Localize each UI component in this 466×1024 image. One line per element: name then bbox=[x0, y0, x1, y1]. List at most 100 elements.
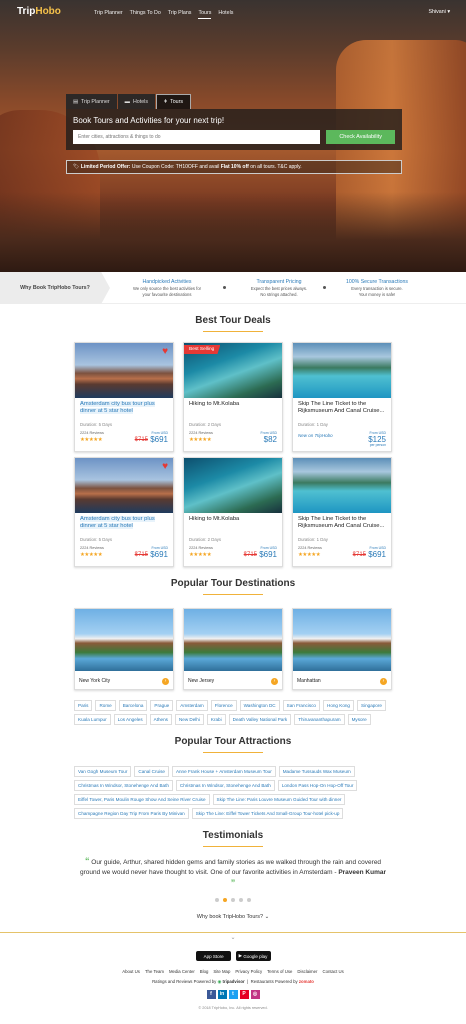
arrow-right-icon[interactable]: › bbox=[162, 678, 169, 685]
tour-title[interactable]: Amsterdam city bus tour plus dinner at 5… bbox=[75, 398, 173, 422]
tour-card[interactable]: ♥ Amsterdam city bus tour plus dinner at… bbox=[74, 457, 174, 567]
why-book-label: Why Book TripHobo Tours? bbox=[0, 272, 110, 304]
attractions-title: Popular Tour Attractions bbox=[0, 736, 466, 753]
destination-chip[interactable]: Rome bbox=[95, 700, 116, 711]
search-input[interactable] bbox=[73, 130, 321, 144]
destination-chip[interactable]: Death Valley National Park bbox=[228, 714, 292, 725]
tour-title[interactable]: Hiking to Mt.Kolaba bbox=[184, 513, 282, 537]
destination-chip[interactable]: Prague bbox=[150, 700, 174, 711]
attraction-chip[interactable]: Madame Tussauds Wax Museum bbox=[278, 766, 355, 777]
destination-card[interactable]: New York City › bbox=[74, 608, 174, 690]
linkedin-icon[interactable]: in bbox=[217, 990, 227, 999]
carousel-dot[interactable] bbox=[231, 898, 235, 902]
twitter-icon[interactable]: t bbox=[228, 990, 238, 999]
footer-link[interactable]: Privacy Policy bbox=[235, 969, 262, 974]
tour-card[interactable]: Skip The Line Ticket to the Rijksmuseum … bbox=[292, 457, 392, 567]
destination-chip[interactable]: Thiruvananthapuram bbox=[294, 714, 345, 725]
destination-chip[interactable]: Kuala Lumpur bbox=[74, 714, 111, 725]
zomato-logo[interactable]: zomato bbox=[299, 979, 314, 984]
footer-link[interactable]: Terms of Use bbox=[267, 969, 292, 974]
destination-chip[interactable]: Athens bbox=[149, 714, 172, 725]
tour-card[interactable]: Best Selling Hiking to Mt.Kolaba Duratio… bbox=[183, 342, 283, 452]
tour-footer: 2224 Reviews ★★★★★ From USD $715 $691 bbox=[80, 431, 168, 447]
footer-link[interactable]: Blog bbox=[200, 969, 209, 974]
destination-chip[interactable]: Krabi bbox=[206, 714, 226, 725]
tour-card[interactable]: Skip The Line Ticket to the Rijksmuseum … bbox=[292, 342, 392, 452]
nav-tours[interactable]: Tours bbox=[198, 10, 212, 19]
instagram-icon[interactable]: ◎ bbox=[250, 990, 260, 999]
chevron-down-icon[interactable]: ⌄ bbox=[0, 934, 466, 941]
app-stores: App Store ▶ Google play bbox=[0, 951, 466, 961]
tab-trip-planner[interactable]: ▤ Trip Planner bbox=[66, 94, 117, 109]
destination-chip[interactable]: San Francisco bbox=[282, 700, 320, 711]
attraction-chip[interactable]: Skip The Line: Paris Louvre Museum Guide… bbox=[212, 794, 346, 805]
user-menu[interactable]: Shivani ▾ bbox=[428, 9, 450, 15]
attraction-chip[interactable]: Skip The Line: Eiffel Tower Tickets And … bbox=[191, 808, 344, 819]
attraction-chip[interactable]: Eiffel Tower, Paris Moulin Rouge Show An… bbox=[74, 794, 210, 805]
why-book-link[interactable]: Why book TripHobo Tours? ⌄ bbox=[0, 914, 466, 920]
footer-link[interactable]: Site Map bbox=[213, 969, 230, 974]
footer-link[interactable]: The Team bbox=[145, 969, 164, 974]
footer-link[interactable]: Disclaimer bbox=[297, 969, 317, 974]
tour-title[interactable]: Hiking to Mt.Kolaba bbox=[184, 398, 282, 422]
why-item: Handpicked Activities We only source the… bbox=[112, 279, 222, 297]
star-rating: ★★★★★ bbox=[189, 552, 212, 558]
destination-chip[interactable]: Mysore bbox=[347, 714, 371, 725]
attraction-chip[interactable]: Champagne Region Day Trip From Paris By … bbox=[74, 808, 189, 819]
price: $691 bbox=[259, 550, 277, 559]
arrow-right-icon[interactable]: › bbox=[380, 678, 387, 685]
check-availability-button[interactable]: Check Availability bbox=[326, 130, 395, 144]
heart-icon[interactable]: ♥ bbox=[162, 461, 168, 472]
why-item-desc: Your money is safe! bbox=[358, 292, 396, 297]
facebook-icon[interactable]: f bbox=[206, 990, 216, 999]
destination-chip[interactable]: New Delhi bbox=[174, 714, 204, 725]
destination-chip[interactable]: Amsterdam bbox=[176, 700, 208, 711]
heart-icon[interactable]: ♥ bbox=[162, 346, 168, 357]
tour-card[interactable]: ♥ Amsterdam city bus tour plus dinner at… bbox=[74, 342, 174, 452]
nav-trip-plans[interactable]: Trip Plans bbox=[168, 10, 192, 19]
destination-chip[interactable]: Hong Kong bbox=[323, 700, 354, 711]
why-item-desc: No strings attached. bbox=[260, 292, 298, 297]
nav-things-to-do[interactable]: Things To Do bbox=[130, 10, 161, 19]
tab-hotels[interactable]: ▬ Hotels bbox=[117, 94, 155, 109]
destination-chip[interactable]: Florence bbox=[210, 700, 237, 711]
destination-chip[interactable]: Washington DC bbox=[239, 700, 280, 711]
destination-image bbox=[293, 609, 391, 671]
hero-banner: TripHobo Trip Planner Things To Do Trip … bbox=[0, 0, 466, 272]
footer-link[interactable]: Contact Us bbox=[322, 969, 343, 974]
attraction-chip[interactable]: Christmas In Windsor, Stonehenge And Bat… bbox=[175, 780, 275, 791]
app-store-badge[interactable]: App Store bbox=[195, 951, 231, 961]
carousel-dot[interactable] bbox=[247, 898, 251, 902]
tour-card[interactable]: Hiking to Mt.Kolaba Duration: 2 Days 222… bbox=[183, 457, 283, 567]
destination-card[interactable]: Manhattan › bbox=[292, 608, 392, 690]
destination-image bbox=[75, 609, 173, 671]
testimonial-quote: “ Our guide, Arthur, shared hidden gems … bbox=[78, 856, 388, 890]
attraction-chip[interactable]: Anne Frank House + Amsterdam Museum Tour bbox=[171, 766, 276, 777]
tour-title[interactable]: Skip The Line Ticket to the Rijksmuseum … bbox=[293, 398, 391, 422]
destination-chip[interactable]: Barcelona bbox=[118, 700, 148, 711]
attraction-chip[interactable]: London Pass Hop-On Hop-Off Tour bbox=[277, 780, 358, 791]
carousel-dot[interactable] bbox=[239, 898, 243, 902]
nav-trip-planner[interactable]: Trip Planner bbox=[94, 10, 123, 19]
arrow-right-icon[interactable]: › bbox=[271, 678, 278, 685]
footer-link[interactable]: Media Center bbox=[169, 969, 195, 974]
tour-title[interactable]: Amsterdam city bus tour plus dinner at 5… bbox=[75, 513, 173, 537]
attraction-chip[interactable]: Van Gogh Museum Tour bbox=[74, 766, 132, 777]
google-play-badge[interactable]: ▶ Google play bbox=[235, 951, 271, 961]
footer-link[interactable]: About Us bbox=[122, 969, 140, 974]
nav-hotels[interactable]: Hotels bbox=[218, 10, 233, 19]
why-item: 100% Secure Transactions Every transacti… bbox=[322, 279, 432, 297]
attraction-chip[interactable]: Canal Cruise bbox=[134, 766, 169, 777]
logo[interactable]: TripHobo bbox=[17, 6, 61, 17]
destination-card[interactable]: New Jersey › bbox=[183, 608, 283, 690]
destination-chip[interactable]: Singapore bbox=[357, 700, 386, 711]
carousel-dot[interactable] bbox=[215, 898, 219, 902]
tour-title[interactable]: Skip The Line Ticket to the Rijksmuseum … bbox=[293, 513, 391, 537]
attraction-chip[interactable]: Christmas In Windsor, Stonehenge And Bat… bbox=[74, 780, 173, 791]
tab-tours[interactable]: ǂ Tours bbox=[155, 94, 192, 109]
destination-chip[interactable]: Paris bbox=[74, 700, 93, 711]
pinterest-icon[interactable]: P bbox=[239, 990, 249, 999]
destination-chip[interactable]: Los Angeles bbox=[113, 714, 147, 725]
tripadvisor-logo[interactable]: tripadvisor bbox=[222, 979, 244, 984]
carousel-dot[interactable] bbox=[223, 898, 227, 902]
